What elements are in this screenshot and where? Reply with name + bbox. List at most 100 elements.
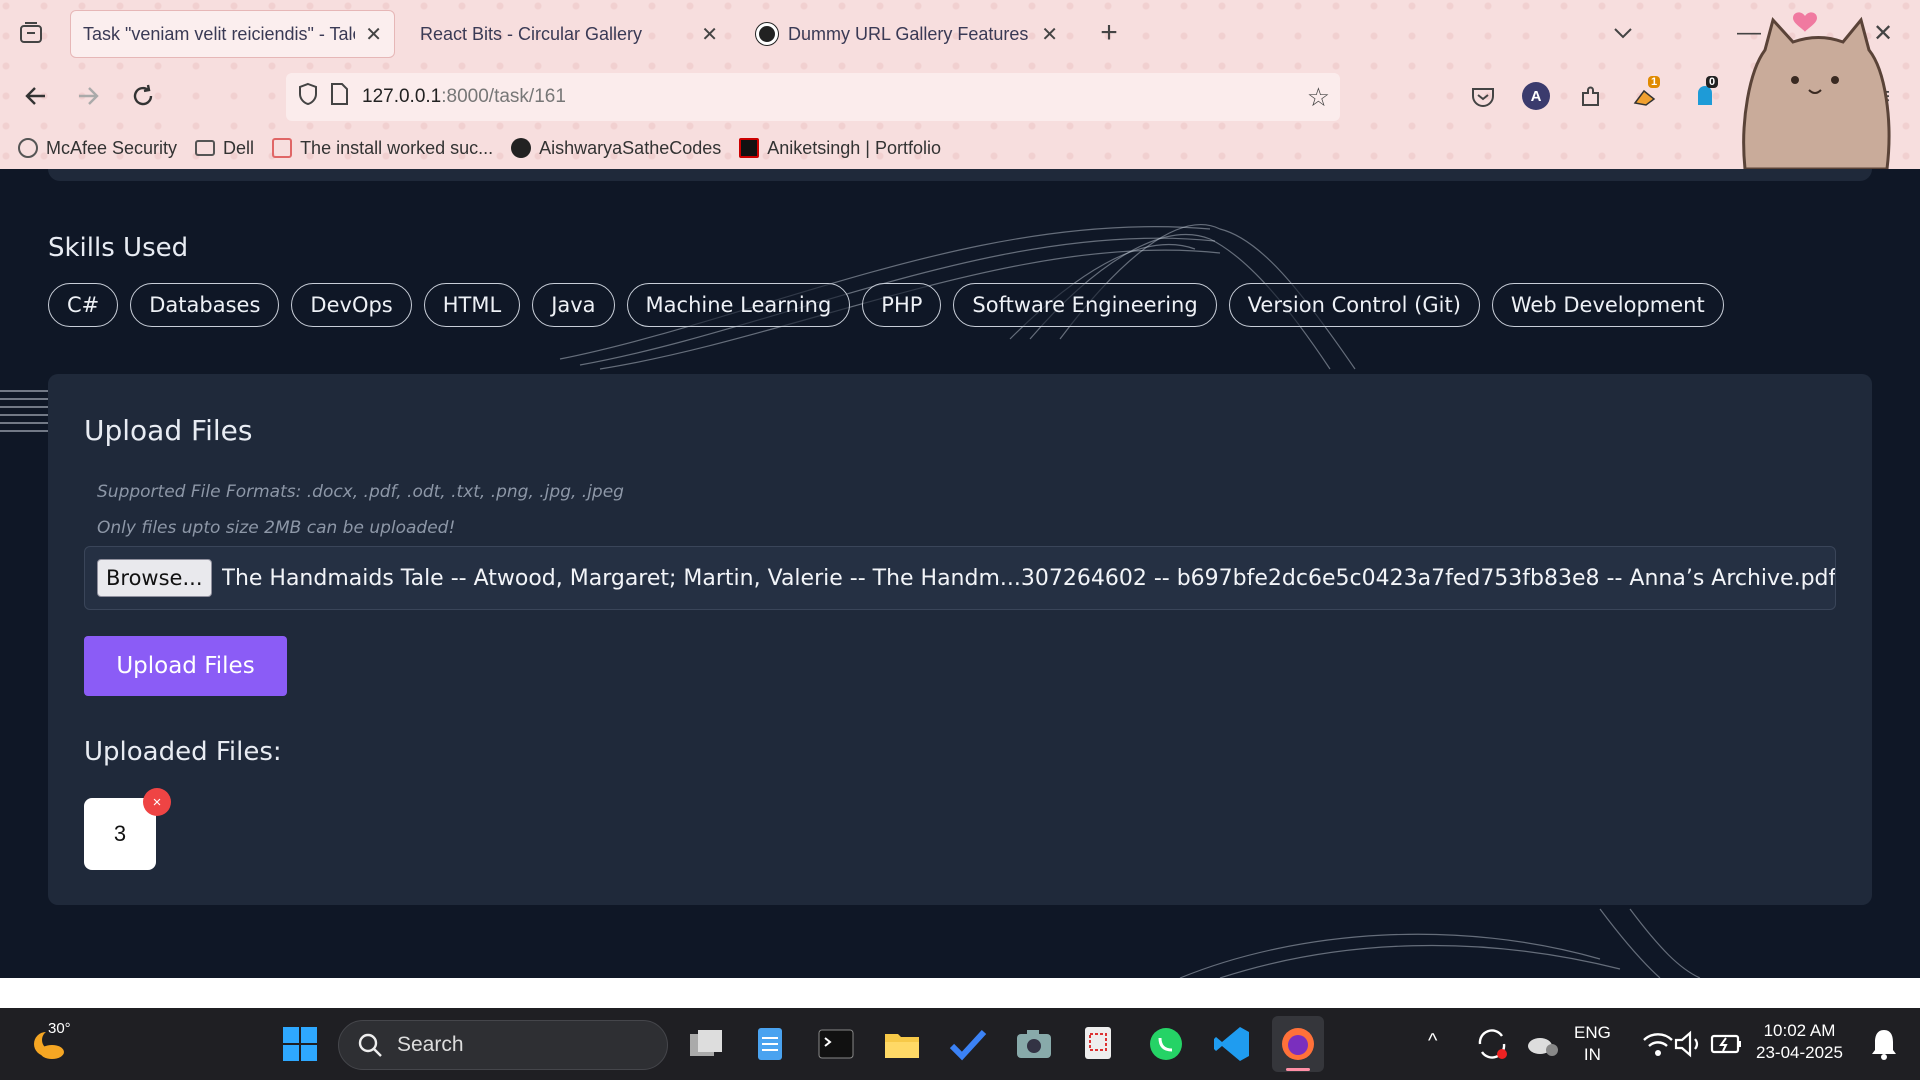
- todo-check-icon[interactable]: [948, 1024, 988, 1064]
- url-bar[interactable]: 127.0.0.1:8000/task/161 ☆: [286, 73, 1340, 121]
- bookmark-portfolio[interactable]: Aniketsingh | Portfolio: [739, 138, 941, 159]
- bookmark-label: Dell: [223, 137, 255, 158]
- tab-title: Dummy URL Gallery Features: [788, 23, 1029, 44]
- bookmark-github[interactable]: AishwaryaSatheCodes: [511, 138, 721, 159]
- skill-chip: Java: [532, 283, 615, 327]
- search-placeholder: Search: [397, 1033, 464, 1056]
- skill-chip: Software Engineering: [953, 283, 1217, 327]
- bookmark-star-icon[interactable]: ☆: [1307, 82, 1330, 113]
- reload-icon[interactable]: [126, 79, 160, 113]
- taskbar-search[interactable]: Search: [338, 1020, 668, 1070]
- bookmark-mcafee[interactable]: McAfee Security: [18, 138, 177, 159]
- portfolio-icon: [739, 138, 760, 158]
- globe-icon: [18, 138, 38, 158]
- bookmark-label: AishwaryaSatheCodes: [539, 137, 722, 158]
- pusheen-cat-theme-icon: [1742, 12, 1891, 169]
- show-hidden-icons-chevron[interactable]: ^: [1428, 1028, 1437, 1054]
- list-tabs-chevron-icon[interactable]: [1606, 16, 1640, 50]
- uploaded-files-title: Uploaded Files:: [84, 737, 282, 767]
- pocket-icon[interactable]: [1466, 80, 1500, 114]
- openai-favicon-icon: [756, 23, 778, 45]
- page-bottom-strip: [0, 978, 1920, 1008]
- tab-overview-icon[interactable]: [14, 18, 48, 48]
- file-explorer-icon[interactable]: [882, 1024, 922, 1064]
- notification-bell-icon[interactable]: [1864, 1024, 1904, 1064]
- tab-active[interactable]: Task "veniam velit reiciendis" - Talen ✕: [70, 10, 395, 58]
- formats-hint: Supported File Formats: .docx, .pdf, .od…: [97, 482, 624, 502]
- bookmarks-bar: McAfee Security Dell The install worked …: [0, 130, 1920, 166]
- skills-list: C# Databases DevOps HTML Java Machine Le…: [48, 283, 1724, 327]
- onedrive-cloud-icon[interactable]: [1522, 1024, 1562, 1064]
- sync-icon[interactable]: [1472, 1024, 1512, 1064]
- skill-chip: Machine Learning: [626, 283, 851, 327]
- tab-dummy-url[interactable]: Dummy URL Gallery Features ✕: [744, 10, 1070, 58]
- skill-chip: Databases: [130, 283, 280, 327]
- upload-title: Upload Files: [84, 414, 253, 447]
- tab-title: Task "veniam velit reiciendis" - Talen: [83, 23, 356, 44]
- camera-icon[interactable]: [1014, 1024, 1054, 1064]
- skill-chip: PHP: [862, 283, 942, 327]
- browse-button[interactable]: Browse...: [97, 559, 212, 597]
- clock-date: 23-04-2025: [1756, 1043, 1843, 1063]
- close-tab-icon[interactable]: ✕: [701, 22, 718, 47]
- bookmark-label: Aniketsingh | Portfolio: [767, 137, 942, 158]
- snipping-tool-icon[interactable]: [1080, 1024, 1120, 1064]
- volume-icon[interactable]: [1668, 1024, 1708, 1064]
- task-view-icon[interactable]: [686, 1024, 726, 1064]
- extension-badge-2: 0: [1706, 76, 1719, 88]
- bookmark-label: The install worked suc...: [300, 137, 494, 158]
- skill-chip: HTML: [423, 283, 521, 327]
- windows-taskbar: 30° Search ^ ENG IN 10:02 AM 23-04-2025: [0, 1008, 1920, 1080]
- back-arrow-icon[interactable]: [18, 79, 52, 113]
- close-tab-icon[interactable]: ✕: [1041, 22, 1058, 47]
- github-icon: [511, 138, 532, 158]
- skill-chip: DevOps: [291, 283, 412, 327]
- temperature: 30°: [48, 1020, 71, 1037]
- size-hint: Only files upto size 2MB can be uploaded…: [97, 518, 456, 538]
- upload-files-button[interactable]: Upload Files: [84, 636, 287, 696]
- battery-icon[interactable]: [1706, 1024, 1746, 1064]
- skill-chip: C#: [48, 283, 119, 327]
- remove-file-icon[interactable]: ×: [143, 788, 171, 816]
- django-icon: [272, 138, 293, 158]
- shield-icon[interactable]: [298, 82, 318, 112]
- url-path: :8000/task/161: [441, 86, 566, 107]
- bookmark-django[interactable]: The install worked suc...: [272, 138, 493, 159]
- folder-icon: [195, 140, 216, 156]
- tab-title: React Bits - Circular Gallery: [420, 23, 643, 44]
- bookmark-dell[interactable]: Dell: [195, 138, 254, 159]
- tab-bar: Task "veniam velit reiciendis" - Talen ✕…: [0, 0, 1920, 66]
- tab-react-bits[interactable]: React Bits - Circular Gallery ✕: [408, 10, 730, 58]
- extension-badge-1: 1: [1648, 76, 1661, 88]
- forward-arrow-icon[interactable]: [72, 79, 106, 113]
- skills-title: Skills Used: [48, 233, 189, 263]
- vscode-icon[interactable]: [1212, 1024, 1252, 1064]
- nav-bar: 127.0.0.1:8000/task/161 ☆ A 1 0 ≡: [0, 66, 1920, 126]
- skill-chip: Web Development: [1491, 283, 1724, 327]
- language-indicator[interactable]: ENG IN: [1574, 1022, 1611, 1066]
- close-tab-icon[interactable]: ✕: [365, 22, 382, 47]
- windows-start-icon[interactable]: [280, 1024, 320, 1064]
- task-details-card-bottom: [48, 169, 1872, 181]
- clock[interactable]: 10:02 AM 23-04-2025: [1756, 1020, 1843, 1064]
- account-avatar-icon[interactable]: A: [1522, 82, 1550, 110]
- search-icon: [358, 1033, 382, 1057]
- language-code: ENG: [1574, 1023, 1611, 1042]
- upload-card: Upload Files Supported File Formats: .do…: [48, 374, 1872, 905]
- extensions-puzzle-icon[interactable]: [1574, 80, 1608, 114]
- firefox-taskbar-button[interactable]: [1272, 1016, 1324, 1072]
- new-tab-icon[interactable]: +: [1092, 16, 1126, 50]
- bookmark-label: McAfee Security: [46, 137, 178, 158]
- uploaded-file-label: 3: [113, 821, 127, 846]
- notepad-icon[interactable]: [750, 1024, 790, 1064]
- whatsapp-icon[interactable]: [1146, 1024, 1186, 1064]
- region-code: IN: [1583, 1045, 1601, 1065]
- skill-chip: Version Control (Git): [1228, 283, 1480, 327]
- browser-chrome: Task "veniam velit reiciendis" - Talen ✕…: [0, 0, 1920, 169]
- url-host: 127.0.0.1: [362, 86, 442, 107]
- file-input[interactable]: Browse... The Handmaids Tale -- Atwood, …: [84, 546, 1836, 610]
- terminal-icon[interactable]: [816, 1024, 856, 1064]
- page-content: Skills Used C# Databases DevOps HTML Jav…: [0, 169, 1920, 978]
- page-info-icon[interactable]: [330, 83, 348, 111]
- clock-time: 10:02 AM: [1763, 1021, 1836, 1040]
